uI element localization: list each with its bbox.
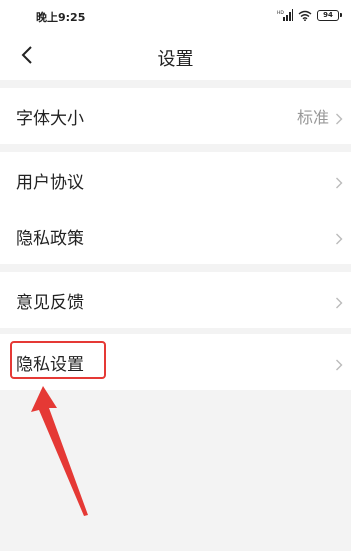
settings-group-feedback: 意见反馈 (0, 272, 351, 328)
user-agreement-row[interactable]: 用户协议 (0, 152, 351, 208)
feedback-label: 意见反馈 (16, 292, 84, 313)
page-title: 设置 (157, 49, 194, 70)
font-size-label: 字体大小 (16, 108, 84, 129)
chevron-right-icon (335, 110, 343, 125)
signal-icon: HD (277, 6, 293, 25)
user-agreement-label: 用户协议 (16, 172, 84, 193)
status-time: 晚上9:25 (36, 11, 86, 24)
font-size-row[interactable]: 字体大小 标准 (0, 88, 351, 144)
status-bar: 晚上9:25 HD 94 (0, 0, 351, 34)
status-icons: HD 94 (277, 6, 342, 25)
chevron-right-icon (335, 294, 343, 309)
settings-group-display: 字体大小 标准 (0, 88, 351, 144)
privacy-policy-row[interactable]: 隐私政策 (0, 208, 351, 264)
svg-text:HD: HD (277, 10, 284, 16)
battery-icon: 94 (317, 9, 342, 21)
wifi-icon (298, 6, 312, 25)
font-size-value: 标准 (296, 108, 329, 127)
nav-bar: 设置 (0, 34, 351, 80)
chevron-right-icon (335, 174, 343, 189)
chevron-right-icon (335, 356, 343, 371)
feedback-row[interactable]: 意见反馈 (0, 272, 351, 328)
settings-group-legal: 用户协议 隐私政策 (0, 152, 351, 264)
annotation-highlight-box (10, 341, 106, 379)
privacy-policy-label: 隐私政策 (16, 228, 84, 249)
settings-screen: 晚上9:25 HD 94 设置 字体大小 标准 用户协议 隐私政策 意见反馈 隐… (0, 0, 351, 551)
chevron-right-icon (335, 230, 343, 245)
